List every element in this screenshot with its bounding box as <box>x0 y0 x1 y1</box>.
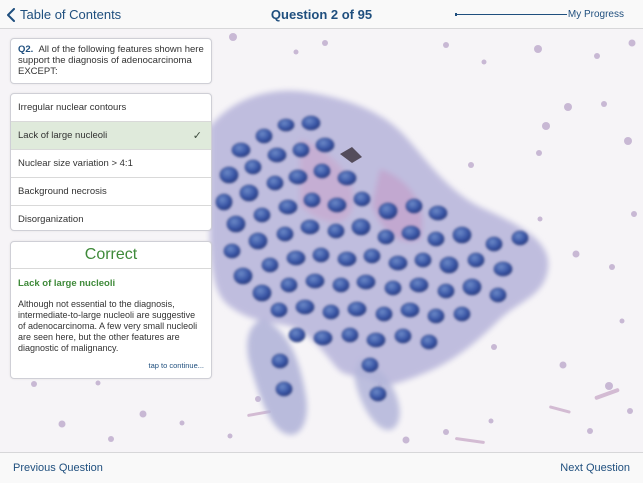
top-navigation-bar: Table of Contents Question 2 of 95 My Pr… <box>0 0 643 29</box>
answer-option[interactable]: Nuclear size variation > 4:1 <box>11 150 211 178</box>
feedback-status: Correct <box>11 242 211 269</box>
previous-question-button[interactable]: Previous Question <box>13 462 103 474</box>
answer-label: Irregular nuclear contours <box>18 102 127 113</box>
progress-bar-fill <box>455 13 458 16</box>
question-text-block: Q2. All of the following features shown … <box>11 39 211 77</box>
tap-to-continue-link[interactable]: tap to continue... <box>149 361 204 370</box>
question-number: Q2. <box>18 44 34 55</box>
feedback-card[interactable]: Correct Lack of large nucleoli Although … <box>10 241 212 379</box>
answer-label: Nuclear size variation > 4:1 <box>18 158 133 169</box>
question-card: Q2. All of the following features shown … <box>10 38 212 84</box>
answer-label: Lack of large nucleoli <box>18 130 108 141</box>
my-progress-button[interactable]: My Progress <box>568 9 624 20</box>
answer-list: Irregular nuclear contours Lack of large… <box>10 93 212 231</box>
answer-label: Disorganization <box>18 214 84 225</box>
answer-option[interactable]: Background necrosis <box>11 178 211 206</box>
feedback-explanation: Although not essential to the diagnosis,… <box>18 299 198 353</box>
answer-option[interactable]: Irregular nuclear contours <box>11 94 211 122</box>
answer-option[interactable]: Disorganization <box>11 206 211 230</box>
feedback-correct-answer: Lack of large nucleoli <box>18 278 116 289</box>
answer-option-selected[interactable]: Lack of large nucleoli ✓ <box>11 122 211 150</box>
next-question-button[interactable]: Next Question <box>560 462 630 474</box>
checkmark-icon: ✓ <box>192 130 202 142</box>
question-text: All of the following features shown here… <box>18 44 204 77</box>
bottom-navigation-bar: Previous Question Next Question <box>0 452 643 483</box>
answer-label: Background necrosis <box>18 186 107 197</box>
progress-bar <box>455 13 567 16</box>
